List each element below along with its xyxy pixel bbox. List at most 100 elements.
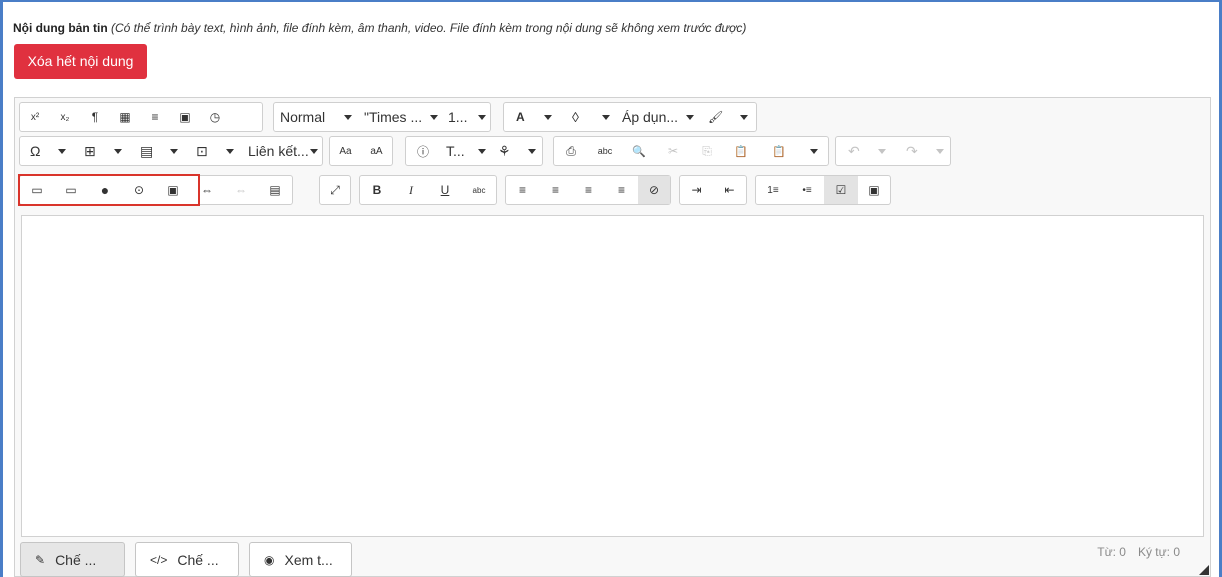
toolbar-group-font: Normal "Times ... 1...	[273, 102, 491, 132]
copy-button[interactable]: ⎘	[690, 137, 724, 165]
indent-button[interactable]: ⇥	[680, 176, 713, 204]
strikethrough-icon: abc	[472, 185, 486, 195]
background-color-button[interactable]: ◊	[560, 103, 616, 131]
align-block-button[interactable]: ≡	[140, 103, 170, 131]
tree-button[interactable]: ⚘	[490, 137, 542, 165]
image-icon: ▭	[31, 183, 43, 197]
strikethrough-button[interactable]: abc	[462, 176, 496, 204]
cut-button[interactable]: ✂	[656, 137, 690, 165]
format-painter-button[interactable]: 🖌	[698, 103, 756, 131]
copy-icon: ⎘	[702, 143, 712, 158]
paste-special-button[interactable]: 📋	[758, 137, 828, 165]
font-family-select[interactable]: "Times ...	[358, 103, 442, 131]
field-label-bold: Nội dung bản tin	[13, 21, 108, 35]
apply-style-select[interactable]: Áp dụn...	[616, 103, 698, 131]
underline-button[interactable]: U	[428, 176, 462, 204]
chevron-down-icon	[478, 115, 486, 120]
ordered-list-button[interactable]: 1≡	[756, 176, 790, 204]
paragraph-icon: ¶	[91, 110, 99, 124]
droplet-icon: ◊	[572, 109, 579, 125]
find-button[interactable]: 🔍	[622, 137, 656, 165]
spellcheck-icon: abc	[597, 146, 613, 156]
align-center-icon: ≡	[551, 183, 559, 197]
insert-time-button[interactable]: ◷	[200, 103, 230, 131]
print-button[interactable]: ⎙	[554, 137, 588, 165]
checklist-button[interactable]: ☑	[824, 176, 858, 204]
bold-button[interactable]: B	[360, 176, 394, 204]
design-mode-button[interactable]: ✎ Chế ...	[20, 542, 125, 577]
toolbar-group-text-format: B I U abc	[359, 175, 497, 205]
unlink-icon: ⇔	[235, 183, 247, 197]
code-mode-button[interactable]: </> Chế ...	[135, 542, 239, 577]
paragraph-button[interactable]: ¶	[80, 103, 110, 131]
editor-content-area[interactable]	[21, 215, 1204, 537]
chevron-down-icon	[528, 149, 536, 154]
printer-icon: ⎙	[566, 143, 576, 158]
insert-video-button[interactable]: ●	[88, 176, 122, 204]
text-select[interactable]: T...	[440, 137, 490, 165]
insert-audio-button[interactable]: ▣	[156, 176, 190, 204]
format-block-button[interactable]: ▦	[110, 103, 140, 131]
table-cells-button[interactable]: ▤	[130, 137, 186, 165]
align-left-button[interactable]: ≡	[506, 176, 539, 204]
insert-image-button[interactable]: ▭	[20, 176, 54, 204]
align-block-icon: ≡	[151, 110, 159, 124]
text-color-button[interactable]: A	[504, 103, 560, 131]
clock-icon: ◷	[209, 110, 221, 124]
superscript-button[interactable]: x²	[20, 103, 50, 131]
link-button[interactable]: ⇔	[190, 176, 224, 204]
chevron-down-icon	[344, 115, 352, 120]
field-label-note: (Có thể trình bày text, hình ảnh, file đ…	[111, 21, 747, 35]
chevron-down-icon	[478, 149, 486, 154]
special-char-button[interactable]: Ω	[20, 137, 74, 165]
paste-button[interactable]: 📋	[724, 137, 758, 165]
clear-content-button[interactable]: Xóa hết nội dung	[14, 44, 147, 79]
subscript-button[interactable]: x₂	[50, 103, 80, 131]
lowercase-button[interactable]: Aa	[330, 137, 361, 165]
pencil-icon: ✎	[35, 552, 46, 567]
insert-date-button[interactable]: ▣	[170, 103, 200, 131]
text-color-icon: A	[516, 110, 525, 124]
calendar-icon: ▣	[179, 110, 191, 124]
preview-button[interactable]: ▣	[858, 176, 890, 204]
unlink-button[interactable]: ⇔	[224, 176, 258, 204]
resize-handle[interactable]	[1199, 565, 1209, 575]
format-select[interactable]: Normal	[274, 103, 358, 131]
align-right-button[interactable]: ≡	[572, 176, 605, 204]
outdent-button[interactable]: ⇤	[713, 176, 746, 204]
audio-icon: ▣	[167, 183, 179, 197]
font-size-select[interactable]: 1...	[442, 103, 490, 131]
italic-button[interactable]: I	[394, 176, 428, 204]
template-button[interactable]: ⊡	[186, 137, 242, 165]
fullscreen-button[interactable]: ⤢	[320, 176, 350, 204]
link-select[interactable]: Liên kết...	[242, 137, 322, 165]
table-cells-icon: ▤	[140, 142, 154, 159]
spellcheck-button[interactable]: abc	[588, 137, 622, 165]
align-justify-button[interactable]: ≡	[605, 176, 638, 204]
char-count: Ký tự: 0	[1137, 545, 1180, 559]
redo-button[interactable]: ↷	[894, 137, 950, 165]
text-select-value: T...	[446, 143, 465, 159]
info-icon: ⓘ	[416, 144, 429, 159]
toolbar-group-case: Aa aA	[329, 136, 393, 166]
insert-media-button[interactable]: ⊙	[122, 176, 156, 204]
superscript-icon: x²	[30, 111, 40, 123]
italic-icon: I	[409, 182, 413, 197]
uppercase-button[interactable]: aA	[361, 137, 392, 165]
align-center-button[interactable]: ≡	[539, 176, 572, 204]
omega-icon: Ω	[30, 143, 41, 159]
preview-mode-button[interactable]: ◉ Xem t...	[249, 542, 352, 577]
clear-format-button[interactable]: ⊘	[638, 176, 670, 204]
anchor-button[interactable]: ▤	[258, 176, 292, 204]
table-button[interactable]: ⊞	[74, 137, 130, 165]
chevron-down-icon	[686, 115, 694, 120]
bullet-list-button[interactable]: •≡	[790, 176, 824, 204]
chevron-down-icon	[740, 115, 748, 120]
redo-icon: ↷	[906, 142, 918, 159]
toolbar-group-indent: ⇥ ⇤	[679, 175, 747, 205]
info-button[interactable]: ⓘ	[406, 137, 440, 165]
undo-button[interactable]: ↶	[836, 137, 894, 165]
image-gallery-button[interactable]: ▭	[54, 176, 88, 204]
format-select-value: Normal	[280, 109, 326, 125]
chevron-down-icon	[226, 149, 234, 154]
